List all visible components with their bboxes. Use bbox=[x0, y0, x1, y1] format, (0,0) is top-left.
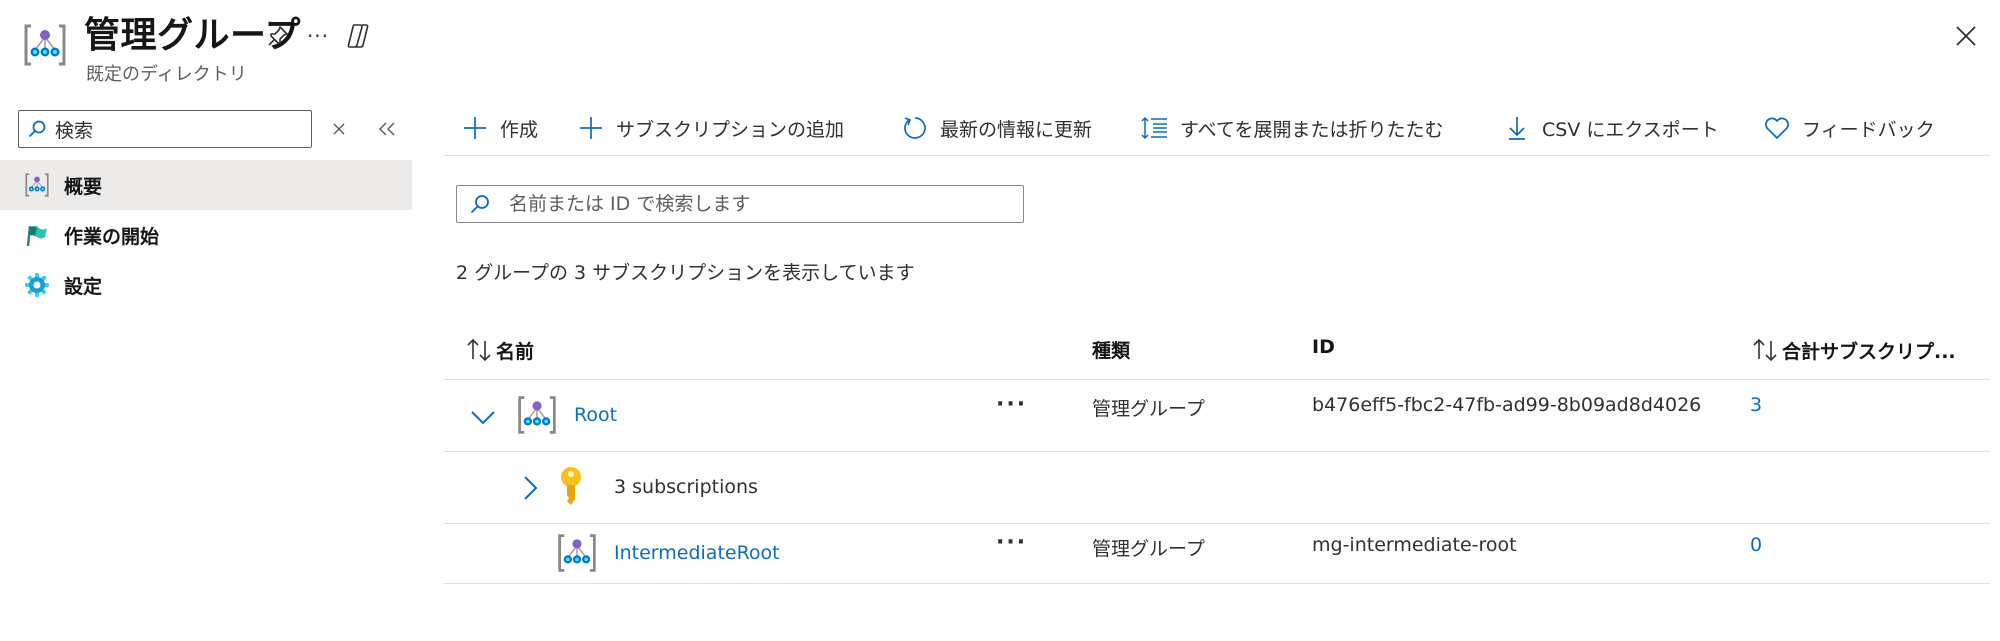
row-more-button[interactable]: ··· bbox=[996, 392, 1027, 417]
row-total-link[interactable]: 3 bbox=[1750, 394, 1762, 416]
refresh-button[interactable]: 最新の情報に更新 bbox=[900, 110, 1092, 146]
sidebar-collapse-button[interactable] bbox=[372, 114, 402, 144]
subscriptions-count-label: 3 subscriptions bbox=[614, 476, 758, 498]
add-subscription-button[interactable]: サブスクリプションの追加 bbox=[576, 110, 844, 146]
pin-button[interactable] bbox=[262, 20, 294, 52]
copilot-button[interactable] bbox=[342, 20, 374, 52]
row-type: 管理グループ bbox=[1092, 538, 1205, 560]
sidebar-search-box bbox=[18, 110, 312, 148]
page-subtitle: 既定のディレクトリ bbox=[86, 64, 247, 85]
sidebar: 概要 作業の開始 bbox=[0, 100, 412, 641]
gear-icon bbox=[24, 272, 50, 298]
column-header-name[interactable]: 名前 bbox=[464, 336, 534, 364]
refresh-icon bbox=[900, 113, 930, 143]
grid-header: 名前 種類 ID 合計サブスクリプ... bbox=[444, 318, 1990, 380]
feedback-label: フィードバック bbox=[1802, 118, 1935, 141]
add-subscription-label: サブスクリプションの追加 bbox=[616, 118, 845, 141]
management-group-icon bbox=[516, 394, 558, 436]
filter-search-input[interactable] bbox=[509, 193, 1009, 215]
expand-collapse-all-button[interactable]: すべてを展開または折りたたむ bbox=[1140, 110, 1444, 146]
column-header-id[interactable]: ID bbox=[1312, 336, 1335, 358]
column-header-label: 名前 bbox=[496, 340, 535, 363]
sidebar-item-settings[interactable]: 設定 bbox=[0, 260, 412, 310]
flag-icon bbox=[24, 222, 50, 248]
copilot-icon bbox=[347, 24, 369, 48]
sidebar-item-overview[interactable]: 概要 bbox=[0, 160, 412, 210]
refresh-label: 最新の情報に更新 bbox=[940, 118, 1093, 141]
result-summary: 2 グループの 3 サブスクリプションを表示しています bbox=[456, 262, 915, 284]
subscription-key-icon bbox=[556, 466, 586, 508]
export-csv-button[interactable]: CSV にエクスポート bbox=[1502, 110, 1719, 146]
sidebar-search-clear-button[interactable] bbox=[326, 116, 352, 142]
pin-icon bbox=[268, 26, 288, 46]
blade-header: 管理グループ 既定のディレクトリ ··· bbox=[0, 0, 2000, 100]
more-button[interactable]: ··· bbox=[302, 20, 334, 52]
clear-icon bbox=[333, 123, 345, 135]
table-row-root: Root ··· 管理グループ b476eff5-fbc2-47fb-ad99-… bbox=[444, 380, 1990, 452]
row-more-button[interactable]: ··· bbox=[996, 530, 1027, 555]
search-icon bbox=[28, 120, 46, 138]
column-header-type[interactable]: 種類 bbox=[1092, 336, 1130, 363]
plus-icon bbox=[576, 113, 606, 143]
sort-icon[interactable] bbox=[1750, 336, 1780, 364]
management-group-icon bbox=[24, 172, 50, 198]
sidebar-search-input[interactable] bbox=[55, 118, 295, 140]
feedback-button[interactable]: フィードバック bbox=[1762, 110, 1935, 146]
double-chevron-left-icon bbox=[378, 122, 395, 136]
expand-collapse-label: すべてを展開または折りたたむ bbox=[1180, 118, 1444, 141]
plus-icon bbox=[460, 113, 490, 143]
expand-row-button[interactable] bbox=[520, 474, 540, 502]
sidebar-item-label: 概要 bbox=[64, 175, 103, 198]
download-icon bbox=[1502, 113, 1532, 143]
close-button[interactable] bbox=[1948, 18, 1984, 54]
row-total-link[interactable]: 0 bbox=[1750, 534, 1762, 556]
row-id: mg-intermediate-root bbox=[1312, 534, 1517, 556]
management-group-icon bbox=[556, 532, 598, 574]
column-header-label: ID bbox=[1312, 336, 1335, 358]
management-group-icon bbox=[22, 22, 68, 68]
table-row-subscriptions: 3 subscriptions bbox=[444, 452, 1990, 524]
more-icon: ··· bbox=[306, 24, 330, 48]
collapse-row-button[interactable] bbox=[470, 404, 496, 430]
column-header-label: 種類 bbox=[1092, 340, 1131, 362]
expand-collapse-icon bbox=[1140, 113, 1170, 143]
sort-icon[interactable] bbox=[464, 336, 494, 364]
filter-search-box bbox=[456, 185, 1024, 223]
create-label: 作成 bbox=[500, 118, 539, 141]
chevron-down-icon bbox=[471, 411, 495, 425]
column-header-total-subscriptions[interactable]: 合計サブスクリプ... bbox=[1750, 336, 1956, 364]
row-name-link[interactable]: IntermediateRoot bbox=[614, 542, 780, 564]
row-name-link[interactable]: Root bbox=[574, 404, 617, 426]
search-icon bbox=[470, 195, 489, 214]
chevron-right-icon bbox=[524, 476, 538, 500]
command-bar: 作成 サブスクリプションの追加 最新の情報に更新 すべてを展開または折りたたむ bbox=[444, 100, 1990, 156]
table-row-intermediate-root: IntermediateRoot ··· 管理グループ mg-intermedi… bbox=[444, 524, 1990, 584]
sidebar-item-getting-started[interactable]: 作業の開始 bbox=[0, 210, 412, 260]
export-csv-label: CSV にエクスポート bbox=[1542, 118, 1719, 141]
sidebar-item-label: 設定 bbox=[64, 275, 103, 298]
row-id: b476eff5-fbc2-47fb-ad99-8b09ad8d4026 bbox=[1312, 394, 1702, 416]
create-button[interactable]: 作成 bbox=[460, 110, 538, 146]
column-header-label: 合計サブスクリプ... bbox=[1782, 340, 1956, 363]
close-icon bbox=[1956, 26, 1976, 46]
row-type: 管理グループ bbox=[1092, 398, 1205, 420]
heart-icon bbox=[1762, 113, 1792, 143]
sidebar-item-label: 作業の開始 bbox=[64, 225, 160, 248]
